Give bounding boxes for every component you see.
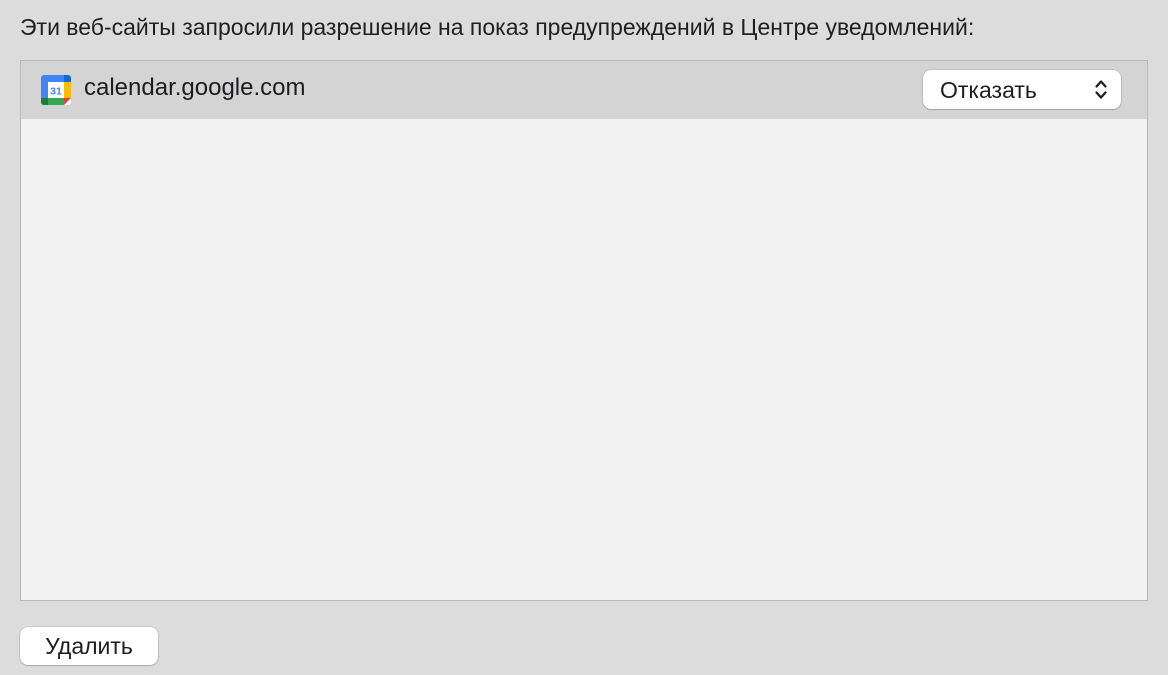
site-domain-label: calendar.google.com <box>84 74 306 101</box>
site-row-calendar-google-com[interactable]: 31 calendar.google.com Отказать <box>21 61 1147 119</box>
site-list-description: Эти веб-сайты запросили разрешение на по… <box>20 14 975 40</box>
google-calendar-icon: 31 <box>40 74 72 106</box>
permission-select[interactable]: Отказать <box>923 70 1121 109</box>
notifications-preferences-pane: Эти веб-сайты запросили разрешение на по… <box>0 0 1168 675</box>
permission-select-value: Отказать <box>940 77 1037 103</box>
remove-button[interactable]: Удалить <box>20 627 158 665</box>
site-list[interactable]: 31 calendar.google.com Отказать <box>20 60 1148 601</box>
chevron-up-down-icon <box>1093 78 1109 101</box>
calendar-icon-date: 31 <box>50 86 62 98</box>
